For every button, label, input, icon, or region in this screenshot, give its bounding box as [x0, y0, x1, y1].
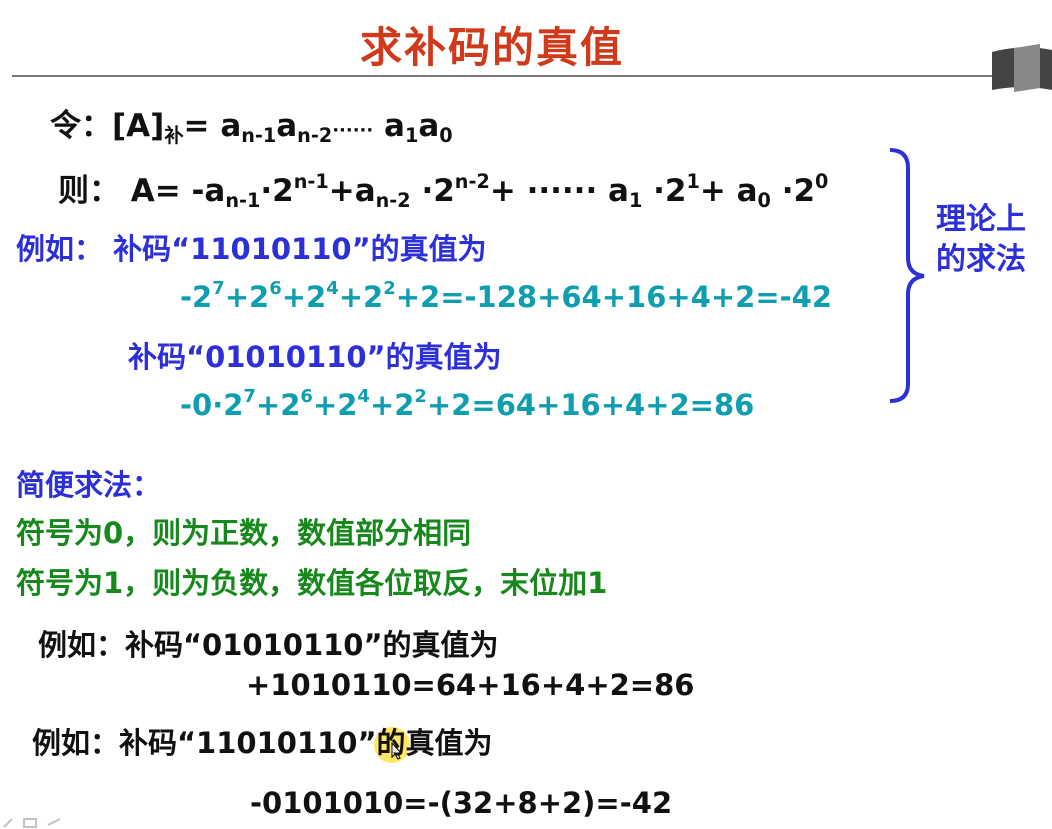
rule-sign-zero: 符号为0，则为正数，数值部分相同 [16, 516, 472, 550]
formula-line: 则： A= -an-1·2n-1+an-2 ·2n-2+ ······ a1 ·… [58, 170, 829, 212]
rule-sign-one: 符号为1，则为负数，数值各位取反，末位加1 [16, 566, 608, 600]
example-2-heading: 补码“01010110”的真值为 [128, 340, 502, 374]
example-1-heading: 例如： 补码“11010110”的真值为 [16, 232, 487, 266]
player-controls-icon [3, 818, 61, 828]
example-1-calculation: -27+26+24+22+2=-128+64+16+4+2=-42 [180, 278, 833, 314]
slide-title: 求补码的真值 [360, 23, 625, 72]
example-3-heading: 例如：补码“01010110”的真值为 [38, 628, 499, 662]
example-4-result: -0101010=-(32+8+2)=-42 [250, 786, 673, 820]
title-divider [12, 75, 1012, 77]
example-4-heading: 例如：补码“11010110”的真值为 [32, 726, 493, 760]
definition-line: 令：[A]补= an-1an-2······ a1a0 [50, 108, 453, 147]
theory-method-label: 理论上的求法 [936, 202, 1026, 277]
example-3-result: +1010110=64+16+4+2=86 [246, 668, 695, 702]
right-brace-icon [889, 148, 925, 403]
example-2-calculation: -0·27+26+24+22+2=64+16+4+2=86 [180, 386, 755, 422]
simple-method-heading: 简便求法： [16, 468, 162, 502]
corner-decoration-icon [992, 44, 1052, 92]
